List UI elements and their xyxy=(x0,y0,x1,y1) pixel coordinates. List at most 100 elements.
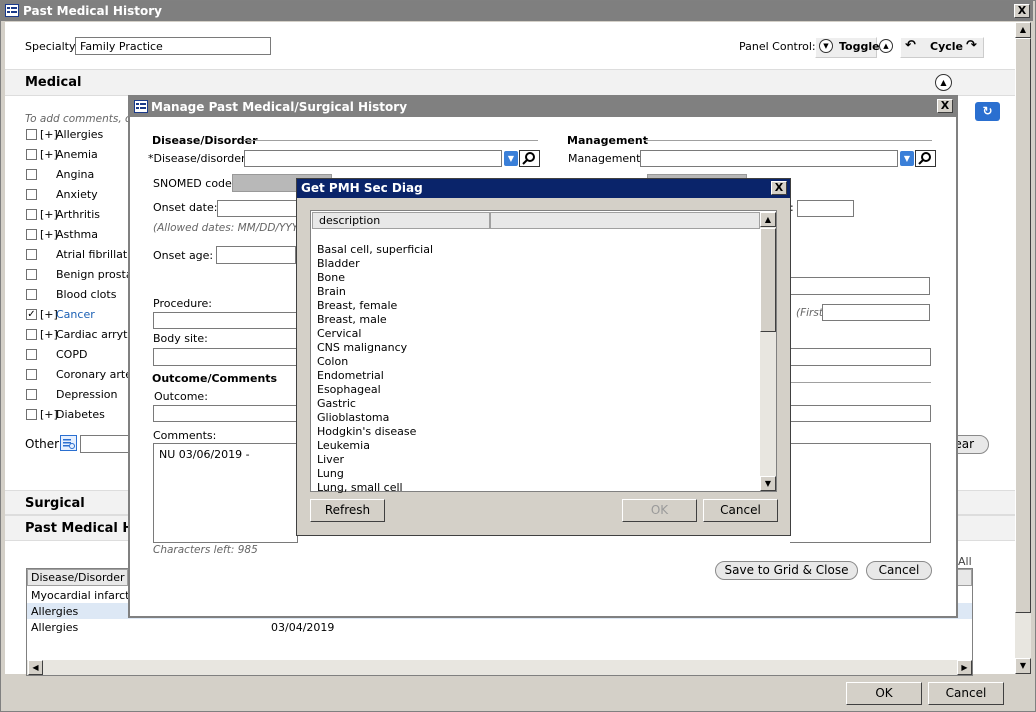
management-input[interactable] xyxy=(640,150,898,167)
condition-label[interactable]: COPD xyxy=(56,348,87,361)
save-to-grid-button[interactable]: Save to Grid & Close xyxy=(715,561,858,580)
sec-diag-list-item[interactable]: Gastric xyxy=(317,397,356,410)
cycle-button[interactable]: Cycle xyxy=(930,40,963,53)
sec-diag-list-item[interactable]: Breast, male xyxy=(317,313,387,326)
condition-checkbox[interactable] xyxy=(26,269,37,280)
condition-checkbox[interactable] xyxy=(26,149,37,160)
sec-diag-list-item[interactable]: Bladder xyxy=(317,257,360,270)
condition-label[interactable]: Diabetes xyxy=(56,408,105,421)
sec-diag-list-item[interactable]: Hodgkin's disease xyxy=(317,425,416,438)
onset-age-input[interactable] xyxy=(216,246,296,264)
sec-diag-list-item[interactable]: Cervical xyxy=(317,327,361,340)
condition-checkbox[interactable] xyxy=(26,329,37,340)
sec-diag-list-item[interactable]: Lung xyxy=(317,467,344,480)
sec-diag-close-button[interactable]: X xyxy=(771,181,787,195)
medical-collapse-icon[interactable]: ▲ xyxy=(935,74,952,91)
sec-diag-cancel-button[interactable]: Cancel xyxy=(703,499,778,522)
condition-checkbox[interactable] xyxy=(26,369,37,380)
condition-label[interactable]: Anxiety xyxy=(56,188,98,201)
sec-diag-list-item[interactable]: Esophageal xyxy=(317,383,381,396)
outcome-input[interactable] xyxy=(153,405,298,422)
sec-diag-list-item[interactable]: CNS malignancy xyxy=(317,341,407,354)
sec-diag-list-item[interactable]: Glioblastoma xyxy=(317,411,389,424)
condition-label[interactable]: Asthma xyxy=(56,228,98,241)
condition-label[interactable]: Benign prosta xyxy=(56,268,133,281)
list-scroll-down[interactable]: ▼ xyxy=(760,476,776,491)
sec-diag-list-item[interactable]: Endometrial xyxy=(317,369,384,382)
grid-row-name[interactable]: Myocardial infarcti xyxy=(31,589,133,602)
condition-checkbox[interactable] xyxy=(26,189,37,200)
main-ok-button[interactable]: OK xyxy=(846,682,922,705)
condition-label[interactable]: Angina xyxy=(56,168,94,181)
condition-checkbox[interactable] xyxy=(26,389,37,400)
scroll-down-button[interactable]: ▼ xyxy=(1015,658,1031,674)
condition-label[interactable]: Anemia xyxy=(56,148,98,161)
condition-checkbox[interactable] xyxy=(26,349,37,360)
other-field[interactable] xyxy=(80,435,130,453)
condition-checkbox[interactable] xyxy=(26,409,37,420)
scroll-thumb[interactable] xyxy=(1015,38,1031,613)
condition-checkbox[interactable] xyxy=(26,169,37,180)
manage-close-button[interactable]: X xyxy=(937,99,953,113)
specialty-field[interactable]: Family Practice xyxy=(75,37,271,55)
disease-dropdown-icon[interactable]: ▼ xyxy=(504,151,518,166)
other-lookup-icon[interactable] xyxy=(60,435,77,451)
onset-date-input[interactable] xyxy=(217,200,297,217)
body-site-input-right[interactable] xyxy=(790,348,931,366)
disease-input[interactable] xyxy=(244,150,502,167)
sec-diag-list-item[interactable]: Colon xyxy=(317,355,348,368)
grid-hscrollbar[interactable] xyxy=(27,660,972,675)
sec-diag-list-item[interactable]: Brain xyxy=(317,285,346,298)
condition-checkbox[interactable] xyxy=(26,129,37,140)
toggle-button[interactable]: Toggle xyxy=(839,40,880,53)
list-scroll-up[interactable]: ▲ xyxy=(760,212,776,227)
refresh-star-icon[interactable]: ↻ xyxy=(975,102,1000,121)
main-close-button[interactable]: X xyxy=(1014,4,1030,18)
condition-checkbox[interactable] xyxy=(26,229,37,240)
sec-diag-list-item[interactable]: Liver xyxy=(317,453,344,466)
sec-diag-list-item[interactable]: Leukemia xyxy=(317,439,370,452)
list-scroll-thumb[interactable] xyxy=(760,228,776,332)
management-field-2[interactable] xyxy=(790,277,930,295)
list-header-description[interactable]: description xyxy=(312,212,490,229)
first-input[interactable] xyxy=(822,304,930,321)
condition-label[interactable]: Cancer xyxy=(56,308,95,321)
refresh-button[interactable]: Refresh xyxy=(310,499,385,522)
condition-label[interactable]: Depression xyxy=(56,388,118,401)
scroll-up-button[interactable]: ▲ xyxy=(1015,22,1031,38)
condition-checkbox[interactable] xyxy=(26,209,37,220)
management-dropdown-icon[interactable]: ▼ xyxy=(900,151,914,166)
management-search-icon[interactable] xyxy=(915,150,936,167)
comments-textarea[interactable]: NU 03/06/2019 - xyxy=(153,443,298,543)
expand-all-icon[interactable]: ▲ xyxy=(879,39,893,53)
management-date-input[interactable] xyxy=(797,200,854,217)
condition-label[interactable]: Cardiac arryth xyxy=(56,328,134,341)
grid-scroll-left[interactable]: ◀ xyxy=(28,660,43,675)
condition-checkbox[interactable]: ✓ xyxy=(26,309,37,320)
disease-search-icon[interactable] xyxy=(519,150,540,167)
body-site-input[interactable] xyxy=(153,348,298,366)
condition-label[interactable]: Arthritis xyxy=(56,208,100,221)
procedure-input[interactable] xyxy=(153,312,298,329)
condition-checkbox[interactable] xyxy=(26,249,37,260)
condition-label[interactable]: Atrial fibrillati xyxy=(56,248,130,261)
cycle-back-icon[interactable]: ↶ xyxy=(905,38,916,53)
grid-header-disease[interactable]: Disease/Disorder xyxy=(27,569,128,586)
outcome-input-right[interactable] xyxy=(790,405,931,422)
condition-label[interactable]: Blood clots xyxy=(56,288,116,301)
sec-diag-ok-button[interactable]: OK xyxy=(622,499,697,522)
condition-label[interactable]: Allergies xyxy=(56,128,103,141)
collapse-all-icon[interactable]: ▼ xyxy=(819,39,833,53)
grid-row-name[interactable]: Allergies xyxy=(31,621,78,634)
sec-diag-list-item[interactable]: Bone xyxy=(317,271,345,284)
condition-checkbox[interactable] xyxy=(26,289,37,300)
sec-diag-list-item[interactable]: Lung, small cell xyxy=(317,481,403,494)
main-cancel-button[interactable]: Cancel xyxy=(928,682,1004,705)
grid-scroll-right[interactable]: ▶ xyxy=(957,660,972,675)
sec-diag-list-item[interactable]: Breast, female xyxy=(317,299,397,312)
manage-cancel-button[interactable]: Cancel xyxy=(866,561,932,580)
sec-diag-list-item[interactable]: Basal cell, superficial xyxy=(317,243,433,256)
grid-row-name[interactable]: Allergies xyxy=(31,605,78,618)
cycle-forward-icon[interactable]: ↷ xyxy=(966,38,977,53)
condition-label[interactable]: Coronary arte xyxy=(56,368,132,381)
